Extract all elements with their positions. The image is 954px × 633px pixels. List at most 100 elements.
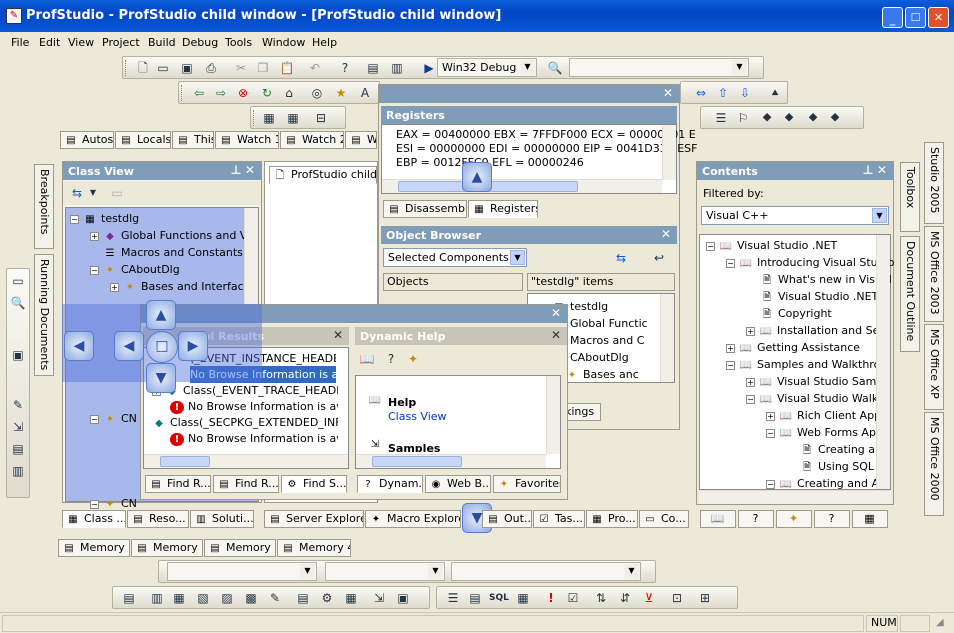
tab-output[interactable]: ▤ Out... xyxy=(482,510,532,528)
tree-item[interactable]: + 📖 Visual Studio Sampl xyxy=(746,373,886,390)
favorites-icon[interactable]: ★ xyxy=(333,85,349,101)
tree-item[interactable]: + 📖 Getting Assistance xyxy=(726,339,860,356)
combo-3[interactable]: ▼ xyxy=(451,562,641,581)
tab-contents[interactable]: 📖 xyxy=(700,510,736,528)
sort-icon[interactable]: ⇆ xyxy=(613,250,629,266)
tool-icon[interactable]: ▧ xyxy=(195,590,211,606)
dock-guide-far-top[interactable]: ▲ xyxy=(462,162,492,192)
tab-command[interactable]: ▭ Co... xyxy=(639,510,689,528)
sync-icon[interactable]: ⇔ xyxy=(693,85,709,101)
tree-item[interactable]: − 📖 Visual Studio .NET xyxy=(706,237,837,254)
font-icon[interactable]: A xyxy=(357,85,373,101)
sql-icon[interactable]: SQL xyxy=(489,590,509,606)
tool-icon[interactable]: ▦ xyxy=(515,590,531,606)
tree-item[interactable]: + ✦ Bases and Interface xyxy=(110,278,250,295)
table-icon[interactable]: ▦ xyxy=(285,110,301,126)
tool-icon[interactable]: ▥ xyxy=(149,590,165,606)
tree-item[interactable]: 🗎 Using SQL S xyxy=(800,458,885,475)
tool-icon[interactable]: ☑ xyxy=(565,590,581,606)
print-icon[interactable]: ⎙ xyxy=(203,60,219,76)
forward-icon[interactable]: ⇨ xyxy=(213,85,229,101)
help-icon[interactable]: ? xyxy=(383,351,399,367)
toolbar-grip[interactable] xyxy=(181,85,184,101)
tool-icon[interactable]: ▦ xyxy=(171,590,187,606)
dock-guide-far-left[interactable]: ◀ xyxy=(64,331,94,361)
tab-memory-3[interactable]: ▤ Memory 3 xyxy=(204,539,276,557)
up-icon[interactable]: ⇧ xyxy=(715,85,731,101)
tab-watch-1[interactable]: ▤ Watch 1 xyxy=(215,131,279,149)
bookmark-icon[interactable]: ⚐ xyxy=(735,110,751,126)
pin-next-icon[interactable]: ⯁ xyxy=(781,110,797,126)
toolbar-grip[interactable] xyxy=(253,110,256,126)
tool-icon[interactable]: ⊡ xyxy=(669,590,685,606)
tab-toolbox[interactable]: Toolbox xyxy=(900,162,920,232)
tool-icon[interactable]: ▩ xyxy=(243,590,259,606)
tool-icon[interactable]: ▥ xyxy=(10,463,26,479)
tab-index-results[interactable]: ▦ xyxy=(852,510,888,528)
tool-icon[interactable]: ✎ xyxy=(267,590,283,606)
toolbar-grip[interactable] xyxy=(125,60,128,76)
tab-class-view[interactable]: ▦ Class ... xyxy=(62,510,126,528)
find-dropdown[interactable]: ▼ xyxy=(569,58,749,77)
tree-item[interactable]: + 📖 Rich Client Appl xyxy=(766,407,884,424)
config-dropdown[interactable]: Win32 Debug ▼ xyxy=(437,58,537,77)
dock-guide-left[interactable]: ◀ xyxy=(114,331,144,361)
tool-icon[interactable]: ⇲ xyxy=(10,419,26,435)
search-icon[interactable]: 🔍 xyxy=(10,295,26,311)
dock-guide-bottom[interactable]: ▼ xyxy=(146,363,176,393)
list-item[interactable]: ◆Class(_SECPKG_EXTENDED_INFORM xyxy=(152,414,338,431)
tab-this[interactable]: ▤This xyxy=(172,131,214,149)
tab-office-2000[interactable]: MS Office 2000 xyxy=(924,412,944,516)
tab-memory-2[interactable]: ▤ Memory 2 xyxy=(131,539,203,557)
sort-ascending-icon[interactable]: ⇅ xyxy=(593,590,609,606)
close-icon[interactable]: ✕ xyxy=(875,164,889,178)
menu-project[interactable]: Project xyxy=(102,36,140,49)
menu-window[interactable]: Window xyxy=(262,36,305,49)
grid-icon[interactable]: ▦ xyxy=(261,110,277,126)
save-all-icon[interactable]: ▣ xyxy=(179,60,195,76)
tab-memory-1[interactable]: ▤ Memory 1 xyxy=(58,539,130,557)
sort-descending-icon[interactable]: ⇵ xyxy=(617,590,633,606)
list-item[interactable]: !No Browse Information is availab xyxy=(170,398,338,415)
new-folder-icon[interactable]: ▭ xyxy=(109,185,125,201)
close-icon[interactable]: ✕ xyxy=(659,228,673,242)
tree-item[interactable]: − 📖 Samples and Walkthro xyxy=(726,356,880,373)
tool-icon[interactable]: ▤ xyxy=(121,590,137,606)
paste-icon[interactable]: 📋 xyxy=(279,60,295,76)
step-over-icon[interactable]: ▥ xyxy=(389,60,405,76)
tree-icon[interactable]: ⯅ xyxy=(767,85,783,101)
tab-breakpoints[interactable]: Breakpoints xyxy=(34,164,54,249)
tree-item[interactable]: + ◆ Global Functions and Va xyxy=(90,227,253,244)
pin-prev-icon[interactable]: ⯁ xyxy=(805,110,821,126)
dock-guide-right[interactable]: ▶ xyxy=(178,331,208,361)
tab-document-outline[interactable]: Document Outline xyxy=(900,236,920,352)
close-icon[interactable]: ✕ xyxy=(331,329,345,343)
tool-icon[interactable]: ▤ xyxy=(10,441,26,457)
pin-icon[interactable]: ⊥ xyxy=(861,164,875,178)
dock-guide-center[interactable]: □ xyxy=(146,331,178,363)
tool-icon[interactable]: ▦ xyxy=(343,590,359,606)
tool-icon[interactable]: ▤ xyxy=(467,590,483,606)
tree-item[interactable]: − ▦ testdlg xyxy=(70,210,139,227)
tab-index[interactable]: ? xyxy=(738,510,774,528)
contents-icon[interactable]: 📖 xyxy=(359,351,375,367)
tab-find-symbol[interactable]: ⚙ Find S... xyxy=(281,475,347,493)
maximize-button[interactable]: ☐ xyxy=(905,7,926,28)
browse-dropdown[interactable]: Selected Components ▼ xyxy=(383,248,527,267)
tab-locals[interactable]: ▤ Locals xyxy=(115,131,171,149)
tab-favorites[interactable]: ✦ Favorites xyxy=(493,475,561,493)
dock-guide-top[interactable]: ▲ xyxy=(146,300,176,330)
tree-item[interactable]: − 📖 Visual Studio Walkt xyxy=(746,390,883,407)
minimize-button[interactable]: _ xyxy=(882,7,903,28)
scrollbar[interactable] xyxy=(662,125,676,180)
tree-item[interactable]: 🗎 Copyright xyxy=(760,305,832,322)
tab-search[interactable]: ✦ xyxy=(776,510,812,528)
tool-icon[interactable]: ✎ xyxy=(10,397,26,413)
new-file-icon[interactable]: 🗋 xyxy=(135,60,151,76)
scrollbar[interactable] xyxy=(699,490,891,504)
menu-edit[interactable]: Edit xyxy=(39,36,60,49)
scrollbar[interactable] xyxy=(660,294,674,382)
scrollbar[interactable] xyxy=(356,454,546,468)
tab-task-list[interactable]: ☑ Tas... xyxy=(533,510,585,528)
tab-properties[interactable]: ▦ Pro... xyxy=(586,510,638,528)
